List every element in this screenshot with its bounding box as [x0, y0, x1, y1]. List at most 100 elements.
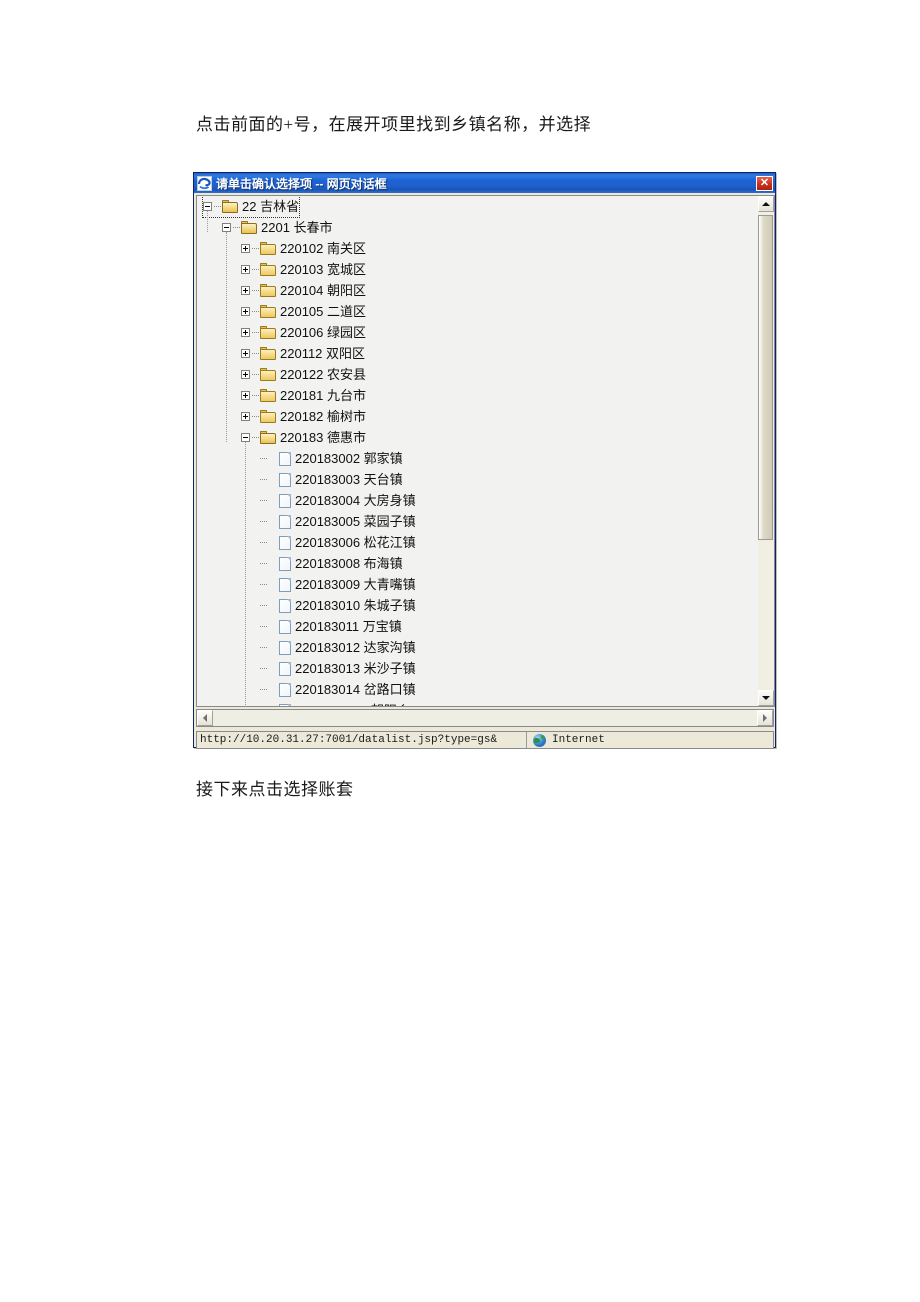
tree-node-label: 220183013 米沙子镇	[295, 661, 416, 676]
scroll-left-icon[interactable]	[197, 710, 213, 726]
tree-node-content[interactable]: 220183005 菜园子镇	[260, 511, 416, 532]
tree-node-content[interactable]: 220102 南关区	[241, 238, 366, 259]
scroll-down-icon[interactable]	[758, 690, 774, 706]
tree-node[interactable]: 220104 朝阳区	[197, 280, 759, 301]
tree-node[interactable]: 220183012 达家沟镇	[197, 637, 759, 658]
tree-node-content[interactable]: 22 吉林省	[201, 196, 301, 218]
tree-node[interactable]: 220102 南关区	[197, 238, 759, 259]
tree-expander-spacer	[268, 643, 279, 652]
tree-node-content[interactable]: 220183002 郭家镇	[260, 448, 403, 469]
tree-node[interactable]: 220122 农安县	[197, 364, 759, 385]
scroll-right-icon[interactable]	[757, 710, 773, 726]
tree-node-content[interactable]: 220183003 天台镇	[260, 469, 403, 490]
tree-node-label: 220105 二道区	[280, 304, 366, 319]
tree-node-content[interactable]: 220183008 布海镇	[260, 553, 403, 574]
tree-view[interactable]: 22 吉林省 2201 长春市 220102 南关区 220103 宽城区 220104…	[196, 195, 759, 707]
tree-node[interactable]: 220183002 郭家镇	[197, 448, 759, 469]
tree-node-label: 220183009 大青嘴镇	[295, 577, 416, 592]
document-icon	[279, 535, 291, 550]
tree-expand-plus-icon[interactable]	[241, 244, 250, 253]
folder-icon	[260, 242, 276, 255]
tree-node[interactable]: 220105 二道区	[197, 301, 759, 322]
tree-node-content[interactable]: 220183009 大青嘴镇	[260, 574, 416, 595]
tree-node[interactable]: 220183008 布海镇	[197, 553, 759, 574]
tree-node[interactable]: 2201 长春市	[197, 217, 759, 238]
tree-connector	[252, 310, 259, 313]
tree-node-label: 220183014 岔路口镇	[295, 682, 416, 697]
tree-expand-plus-icon[interactable]	[241, 391, 250, 400]
tree-node-content[interactable]: 220105 二道区	[241, 301, 366, 322]
tree-expand-plus-icon[interactable]	[241, 307, 250, 316]
dialog-titlebar[interactable]: 请单击确认选择项 -- 网页对话框 ✕	[194, 173, 775, 193]
tree-collapse-minus-icon[interactable]	[203, 202, 212, 211]
tree-connector	[260, 583, 267, 586]
tree-node[interactable]: 220103 宽城区	[197, 259, 759, 280]
tree-node[interactable]: 2201832101 朝阳乡	[197, 700, 759, 706]
tree-node-content[interactable]: 220112 双阳区	[241, 343, 365, 364]
tree-node[interactable]: 220183 德惠市	[197, 427, 759, 448]
vertical-scrollbar[interactable]	[758, 195, 775, 707]
tree-node-content[interactable]: 220106 绿园区	[241, 322, 366, 343]
tree-node-content[interactable]: 220183004 大房身镇	[260, 490, 416, 511]
horizontal-scrollbar-track[interactable]	[214, 710, 756, 726]
folder-icon	[260, 410, 276, 423]
tree-connector	[260, 562, 267, 565]
tree-node-content[interactable]: 220183012 达家沟镇	[260, 637, 416, 658]
ie-page-icon	[197, 175, 212, 191]
tree-node-label: 2201 长春市	[261, 220, 333, 235]
tree-node[interactable]: 220181 九台市	[197, 385, 759, 406]
tree-node[interactable]: 220183011 万宝镇	[197, 616, 759, 637]
tree-node[interactable]: 220183006 松花江镇	[197, 532, 759, 553]
tree-node-content[interactable]: 220181 九台市	[241, 385, 366, 406]
tree-node[interactable]: 220183009 大青嘴镇	[197, 574, 759, 595]
tree-expand-plus-icon[interactable]	[241, 286, 250, 295]
scroll-up-icon[interactable]	[758, 196, 774, 212]
document-icon	[279, 493, 291, 508]
tree-node-label: 220183004 大房身镇	[295, 493, 416, 508]
tree-node-content[interactable]: 220122 农安县	[241, 364, 366, 385]
tree-expand-plus-icon[interactable]	[241, 265, 250, 274]
horizontal-scrollbar[interactable]	[196, 709, 774, 727]
tree-connector	[260, 457, 267, 460]
tree-node[interactable]: 220183014 岔路口镇	[197, 679, 759, 700]
dialog-body: 22 吉林省 2201 长春市 220102 南关区 220103 宽城区 220104…	[194, 193, 777, 749]
tree-node-content[interactable]: 220104 朝阳区	[241, 280, 366, 301]
tree-node-content[interactable]: 220183013 米沙子镇	[260, 658, 416, 679]
tree-node[interactable]: 22 吉林省	[197, 196, 759, 218]
tree-node-content[interactable]: 2201 长春市	[222, 217, 333, 238]
tree-node-label: 220104 朝阳区	[280, 283, 366, 298]
tree-node-content[interactable]: 220182 榆树市	[241, 406, 366, 427]
tree-expand-plus-icon[interactable]	[241, 412, 250, 421]
close-icon[interactable]: ✕	[756, 175, 773, 191]
tree-node-label: 220112 双阳区	[280, 346, 366, 361]
tree-expand-plus-icon[interactable]	[241, 349, 250, 358]
tree-node[interactable]: 220183003 天台镇	[197, 469, 759, 490]
tree-collapse-minus-icon[interactable]	[241, 433, 250, 442]
tree-connector	[260, 646, 267, 649]
tree-node-content[interactable]: 220183006 松花江镇	[260, 532, 416, 553]
tree-node[interactable]: 220183004 大房身镇	[197, 490, 759, 511]
tree-node[interactable]: 220106 绿园区	[197, 322, 759, 343]
document-icon	[279, 451, 291, 466]
tree-expand-plus-icon[interactable]	[241, 370, 250, 379]
tree-node-content[interactable]: 220183011 万宝镇	[260, 616, 402, 637]
tree-node-content[interactable]: 220183 德惠市	[241, 427, 366, 448]
tree-node-content[interactable]: 2201832101 朝阳乡	[260, 700, 410, 706]
tree-node-content[interactable]: 220183010 朱城子镇	[260, 595, 416, 616]
tree-node-content[interactable]: 220103 宽城区	[241, 259, 366, 280]
tree-node[interactable]: 220112 双阳区	[197, 343, 759, 364]
tree-node[interactable]: 220183005 菜园子镇	[197, 511, 759, 532]
vertical-scrollbar-thumb[interactable]	[758, 215, 773, 540]
tree-node[interactable]: 220183013 米沙子镇	[197, 658, 759, 679]
tree-expand-plus-icon[interactable]	[241, 328, 250, 337]
tree-connector	[252, 394, 259, 397]
tree-node[interactable]: 220183010 朱城子镇	[197, 595, 759, 616]
tree-node[interactable]: 220182 榆树市	[197, 406, 759, 427]
tree-collapse-minus-icon[interactable]	[222, 223, 231, 232]
tree-connector	[252, 289, 259, 292]
tree-node-content[interactable]: 220183014 岔路口镇	[260, 679, 416, 700]
